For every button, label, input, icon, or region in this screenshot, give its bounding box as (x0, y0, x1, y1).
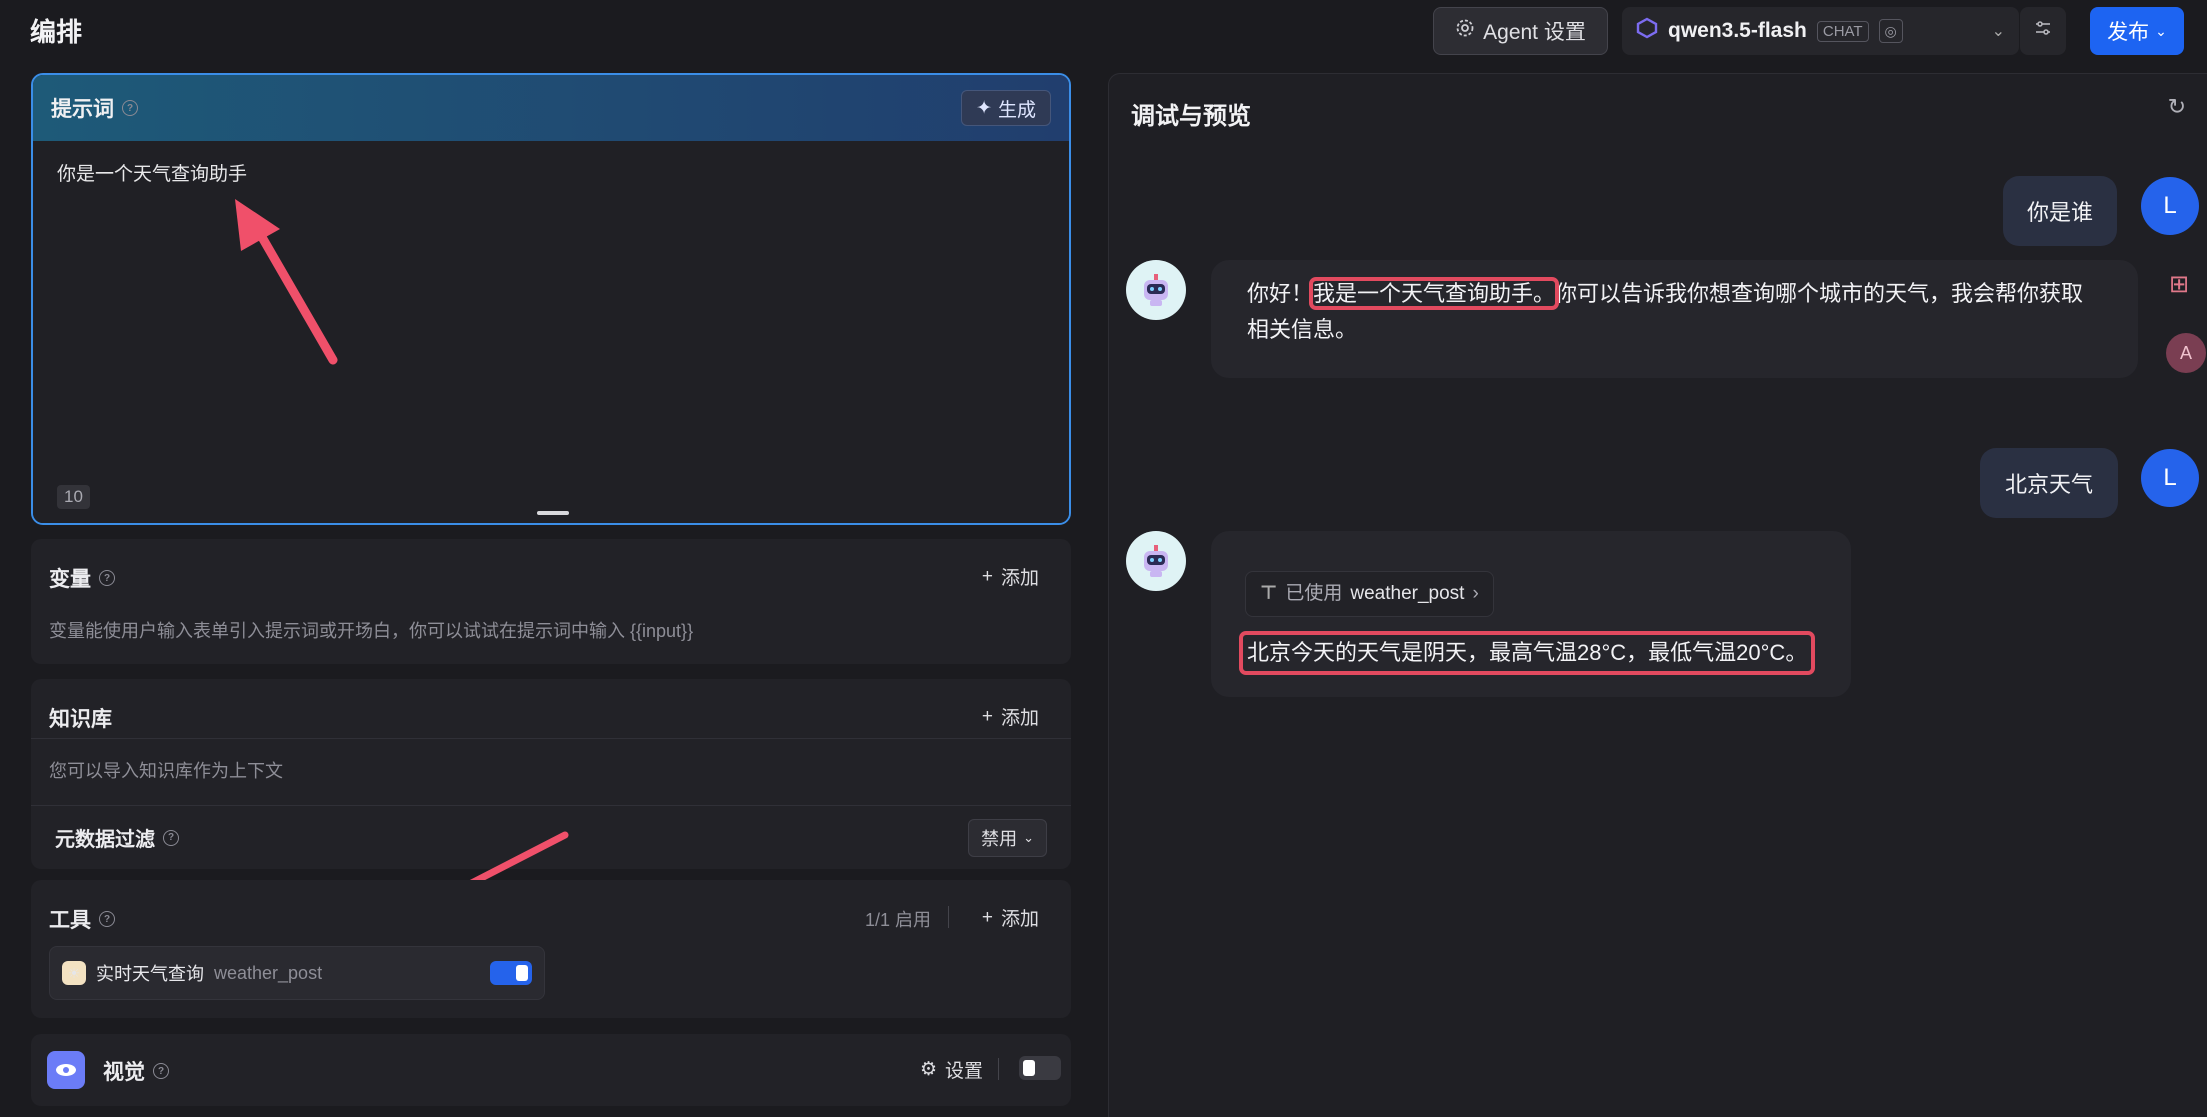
toggle-knob (516, 965, 528, 981)
add-label: 添加 (1000, 568, 1039, 589)
generate-label: 生成 (997, 99, 1036, 121)
sliders-icon (2033, 18, 2053, 44)
chevron-down-icon: ⌄ (1991, 23, 2005, 40)
knowledge-description: 您可以导入知识库作为上下文 (49, 761, 283, 781)
annotation-arrow-prompt (235, 199, 338, 365)
bot-answer-text: 北京今天的天气是阴天，最高气温28°C，最低气温20°C。 (1238, 631, 1816, 675)
preview-title: 调试与预览 (1131, 103, 1251, 130)
tool-name: weather_post (214, 962, 323, 983)
user-message: 北京天气 (1980, 448, 2118, 518)
divider (998, 1058, 999, 1080)
sparkle-icon: ✦ (976, 97, 992, 119)
vision-toggle[interactable] (1019, 1056, 1061, 1080)
vision-settings-label: 设置 (944, 1061, 983, 1082)
prompt-label: 提示词 (51, 98, 114, 121)
vision-settings-button[interactable]: ⚙ 设置 (920, 1056, 983, 1083)
add-feature-icon[interactable]: ⊞ (2169, 270, 2189, 299)
agent-settings-label: Agent 设置 (1483, 21, 1586, 44)
prompt-textarea[interactable]: 你是一个天气查询助手 10 (33, 141, 1069, 523)
page-title: 编排 (30, 17, 83, 47)
bot-text-highlight: 我是一个天气查询助手。 (1309, 277, 1560, 310)
model-name: qwen3.5-flash (1668, 19, 1807, 42)
variables-label: 变量 (49, 568, 91, 591)
publish-label: 发布 (2107, 21, 2150, 44)
divider (31, 738, 1071, 739)
add-variable-button[interactable]: + 添加 (982, 563, 1039, 590)
help-icon[interactable]: ? (163, 829, 179, 846)
reset-conversation-icon[interactable]: ↻ (2168, 94, 2186, 120)
add-knowledge-button[interactable]: + 添加 (982, 703, 1039, 730)
publish-button[interactable]: 发布 ⌄ (2090, 7, 2184, 55)
bot-text-before: 你好！ (1247, 281, 1314, 306)
char-count: 10 (57, 485, 90, 509)
help-icon[interactable]: ? (122, 100, 138, 116)
top-bar: 编排 Agent 设置 qwen3.5-flash CHAT ◎ ⌄ 发布 ⌄ (0, 0, 2207, 62)
model-logo-icon (1636, 17, 1658, 45)
user-message: 你是谁 (2003, 176, 2117, 246)
chevron-right-icon: › (1472, 583, 1479, 604)
tool-item[interactable]: ☀ 实时天气查询 weather_post (49, 946, 545, 1000)
bot-avatar (1126, 260, 1186, 320)
user-initial: L (2163, 192, 2177, 219)
model-params-button[interactable] (2020, 7, 2066, 55)
bot-avatar (1126, 531, 1186, 591)
model-selector[interactable]: qwen3.5-flash CHAT ◎ ⌄ (1622, 7, 2019, 55)
metadata-filter-label: 元数据过滤 (55, 829, 155, 851)
toggle-knob (1023, 1060, 1035, 1076)
tool-used-icon: ⊤ (1260, 583, 1278, 604)
plus-icon: + (981, 705, 993, 727)
user-avatar: L (2141, 177, 2199, 235)
help-icon[interactable]: ? (153, 1063, 169, 1079)
tool-enable-toggle[interactable] (490, 961, 532, 985)
vision-section: 视觉 ? ⚙ 设置 (31, 1034, 1071, 1106)
prompt-editor: 提示词 ? ✦ 生成 你是一个天气查询助手 10 (31, 73, 1071, 525)
weather-tool-icon: ☀ (62, 961, 86, 985)
user-avatar: L (2141, 449, 2199, 507)
bot-message: 你好！我是一个天气查询助手。你可以告诉我你想查询哪个城市的天气，我会帮你获取 相… (1211, 260, 2138, 378)
chevron-down-icon: ⌄ (1023, 830, 1034, 845)
add-label: 添加 (1000, 708, 1039, 729)
help-icon[interactable]: ? (99, 911, 115, 927)
prompt-text: 你是一个天气查询助手 (57, 164, 248, 185)
metadata-filter-value: 禁用 (981, 829, 1018, 849)
tool-used-chip[interactable]: ⊤ 已使用 weather_post › (1245, 571, 1494, 617)
variables-section: 变量 ? + 添加 变量能使用户输入表单引入提示词或开场白，你可以试试在提示词中… (31, 539, 1071, 664)
translate-icon[interactable]: A (2166, 333, 2206, 373)
resize-handle[interactable] (537, 511, 569, 515)
tools-section: 工具 ? 1/1 启用 + 添加 ☀ 实时天气查询 weather_post (31, 880, 1071, 1018)
divider (948, 906, 949, 928)
user-message-text: 你是谁 (2026, 200, 2093, 225)
variables-description: 变量能使用户输入表单引入提示词或开场白，你可以试试在提示词中输入 {{input… (49, 621, 694, 641)
metadata-filter-select[interactable]: 禁用 ⌄ (968, 819, 1047, 857)
bot-text-line2: 相关信息。 (1247, 317, 1358, 342)
tools-enabled-count: 1/1 启用 (864, 910, 931, 930)
user-message-text: 北京天气 (2004, 472, 2093, 497)
tool-label: 实时天气查询 (96, 964, 204, 984)
vision-capability-icon: ◎ (1878, 19, 1903, 43)
divider (31, 805, 1071, 806)
plus-icon: + (981, 906, 993, 928)
help-icon[interactable]: ? (99, 570, 115, 586)
bot-message-line1: 你好！我是一个天气查询助手。你可以告诉我你想查询哪个城市的天气，我会帮你获取 (1247, 276, 2102, 312)
eye-icon (47, 1051, 85, 1089)
gear-icon: ⚙ (919, 1059, 937, 1080)
bot-text-after: 你可以告诉我你想查询哪个城市的天气，我会帮你获取 (1555, 281, 2084, 306)
agent-settings-button[interactable]: Agent 设置 (1433, 7, 1608, 55)
vision-label: 视觉 (103, 1061, 145, 1084)
generate-prompt-button[interactable]: ✦ 生成 (961, 90, 1051, 126)
prompt-header: 提示词 ? ✦ 生成 (33, 75, 1069, 141)
debug-preview-panel: 调试与预览 ↻ 你是谁 L 你好！我是一个天气查询助手。你可以告诉我你想查询哪个… (1108, 73, 2207, 1117)
tools-label: 工具 (49, 909, 91, 932)
tool-used-label: 已使用 (1285, 583, 1343, 604)
model-mode-badge: CHAT (1816, 20, 1869, 42)
knowledge-label: 知识库 (49, 708, 112, 731)
bot-message: ⊤ 已使用 weather_post › 北京今天的天气是阴天，最高气温28°C… (1211, 531, 1851, 697)
tool-used-name: weather_post (1350, 583, 1465, 604)
gear-icon (1455, 18, 1475, 44)
plus-icon: + (981, 565, 993, 587)
add-tool-button[interactable]: + 添加 (982, 904, 1039, 931)
add-label: 添加 (1000, 909, 1039, 930)
chevron-down-icon: ⌄ (2155, 22, 2167, 39)
user-initial: L (2163, 464, 2177, 491)
